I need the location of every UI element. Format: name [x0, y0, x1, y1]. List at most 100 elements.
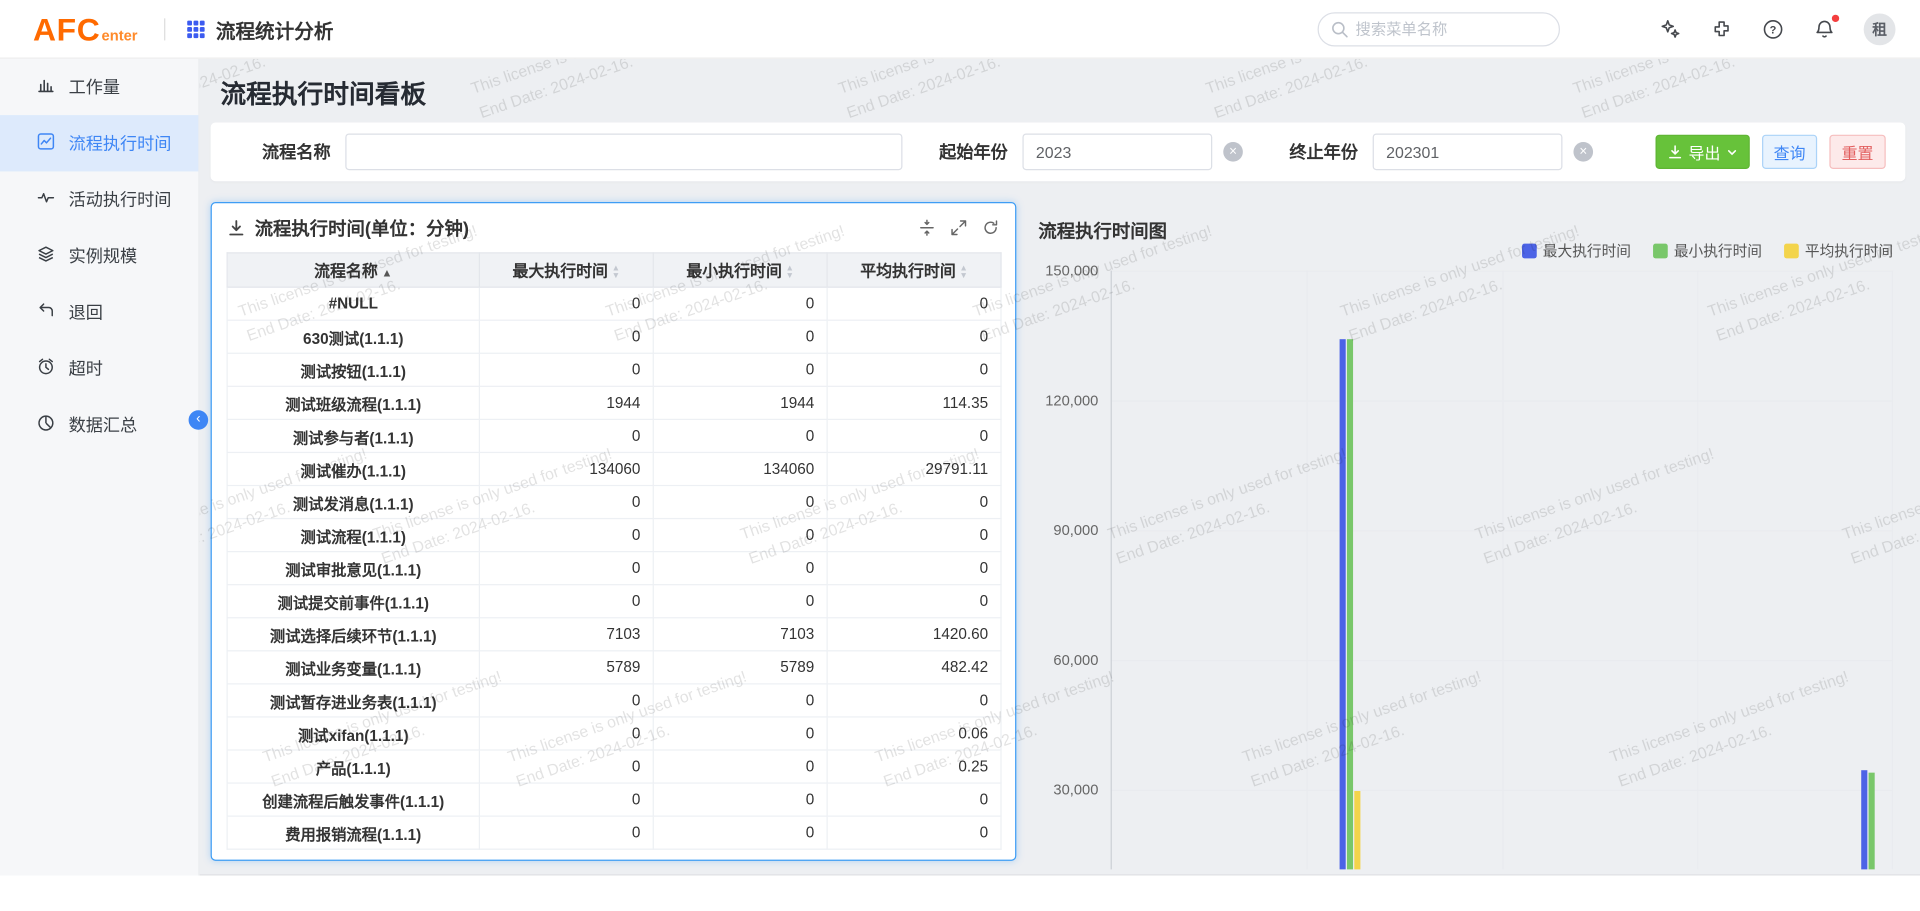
avg-time-cell: 0	[827, 287, 1001, 320]
max-time-cell: 0	[479, 552, 653, 585]
max-time-cell: 1944	[479, 386, 653, 419]
column-header-min[interactable]: 最小执行时间▲▼	[653, 253, 827, 287]
chart-bar[interactable]	[1347, 339, 1353, 869]
menu-search-box[interactable]	[1318, 12, 1560, 46]
sidebar-item-workload[interactable]: 工作量	[0, 59, 198, 115]
apps-grid-icon[interactable]	[186, 19, 206, 39]
bar-group	[1154, 271, 1197, 870]
table-row[interactable]: 测试按钮(1.1.1)000	[227, 353, 1001, 386]
sort-asc-icon[interactable]: ▲	[381, 266, 392, 278]
notification-bell-icon[interactable]	[1812, 17, 1836, 41]
column-header-name[interactable]: 流程名称▲	[227, 253, 479, 287]
start-year-input[interactable]	[1022, 133, 1212, 170]
avg-time-cell: 0	[827, 320, 1001, 353]
main-content: 流程执行时间看板 流程名称 起始年份 × 终止年份 × 导出 查询 重置	[200, 59, 1920, 876]
activity-time-icon	[37, 189, 55, 211]
filter-bar: 流程名称 起始年份 × 终止年份 × 导出 查询 重置	[211, 122, 1906, 181]
chart-bar[interactable]	[1868, 773, 1874, 870]
sort-icon[interactable]: ▲▼	[959, 266, 967, 279]
process-name-cell: 测试流程(1.1.1)	[227, 519, 479, 552]
process-name-cell: 测试催办(1.1.1)	[227, 452, 479, 485]
table-row[interactable]: 测试暂存进业务表(1.1.1)000	[227, 684, 1001, 717]
page-title: 流程执行时间看板	[220, 75, 426, 112]
table-row[interactable]: 测试发消息(1.1.1)000	[227, 486, 1001, 519]
min-time-cell: 0	[653, 585, 827, 618]
app-logo[interactable]: AFC enter	[33, 13, 137, 45]
sidebar-item-label: 活动执行时间	[69, 187, 172, 211]
export-button[interactable]: 导出	[1655, 135, 1749, 169]
chart-bar[interactable]	[1339, 339, 1345, 869]
table-row[interactable]: 测试选择后续环节(1.1.1)710371031420.60	[227, 618, 1001, 651]
sidebar-item-timeout[interactable]: 超时	[0, 340, 198, 396]
start-year-label: 起始年份	[939, 140, 1008, 164]
sort-icon[interactable]: ▲▼	[612, 266, 620, 279]
max-time-cell: 0	[479, 585, 653, 618]
start-year-clear-button[interactable]: ×	[1223, 142, 1243, 162]
download-icon[interactable]	[227, 218, 247, 238]
watermark-tile: This license is only used for testing!En…	[835, 59, 1090, 126]
avg-time-cell: 0	[827, 353, 1001, 386]
watermark-tile: This license is only used for testing!En…	[1569, 59, 1824, 126]
collapse-rows-icon[interactable]	[917, 218, 937, 238]
end-year-clear-button[interactable]: ×	[1573, 142, 1593, 162]
sidebar-item-process-exec-time[interactable]: 流程执行时间	[0, 115, 198, 171]
table-row[interactable]: 产品(1.1.1)000.25	[227, 750, 1001, 783]
min-time-cell: 0	[653, 816, 827, 849]
process-name-input[interactable]	[345, 133, 902, 170]
min-time-cell: 1944	[653, 386, 827, 419]
sidebar-item-activity-exec-time[interactable]: 活动执行时间	[0, 171, 198, 227]
chart-bar[interactable]	[1354, 791, 1360, 869]
table-row[interactable]: 630测试(1.1.1)000	[227, 320, 1001, 353]
avg-time-cell: 114.35	[827, 386, 1001, 419]
chart-bar[interactable]	[1861, 770, 1867, 869]
bar-group	[1458, 271, 1501, 870]
watermark-tile: This license is only used for testing!En…	[467, 59, 722, 126]
sidebar-item-return[interactable]: 退回	[0, 284, 198, 340]
sort-icon[interactable]: ▲▼	[786, 266, 794, 279]
column-header-avg[interactable]: 平均执行时间▲▼	[827, 253, 1001, 287]
table-row[interactable]: 费用报销流程(1.1.1)000	[227, 816, 1001, 849]
min-time-cell: 0	[653, 519, 827, 552]
notification-dot	[1832, 14, 1839, 21]
sidebar: 工作量流程执行时间活动执行时间实例规模退回超时数据汇总 ‹	[0, 59, 200, 876]
refresh-icon[interactable]	[981, 218, 1001, 238]
process-time-icon	[37, 132, 55, 154]
table-row[interactable]: 创建流程后触发事件(1.1.1)000	[227, 783, 1001, 816]
max-time-cell: 0	[479, 750, 653, 783]
avatar[interactable]: 租	[1864, 13, 1896, 45]
min-time-cell: 0	[653, 419, 827, 452]
table-row[interactable]: 测试业务变量(1.1.1)57895789482.42	[227, 651, 1001, 684]
fullscreen-icon[interactable]	[949, 218, 969, 238]
table-row[interactable]: 测试流程(1.1.1)000	[227, 519, 1001, 552]
table-row[interactable]: #NULL000	[227, 287, 1001, 320]
process-name-cell: 测试审批意见(1.1.1)	[227, 552, 479, 585]
table-row[interactable]: 测试xifan(1.1.1)000.06	[227, 717, 1001, 750]
sidebar-item-instance-scale[interactable]: 实例规模	[0, 228, 198, 284]
menu-search-input[interactable]	[1356, 20, 1547, 37]
table-row[interactable]: 测试催办(1.1.1)13406013406029791.11	[227, 452, 1001, 485]
bar-group	[1371, 271, 1414, 870]
avg-time-cell: 0	[827, 552, 1001, 585]
legend-swatch	[1653, 243, 1668, 258]
sidebar-collapse-toggle[interactable]: ‹	[189, 410, 209, 430]
query-button[interactable]: 查询	[1762, 135, 1817, 169]
legend-item[interactable]: 最大执行时间	[1522, 240, 1631, 261]
table-row[interactable]: 测试班级流程(1.1.1)19441944114.35	[227, 386, 1001, 419]
process-name-cell: 测试参与者(1.1.1)	[227, 419, 479, 452]
header-divider	[164, 18, 165, 40]
bar-group	[1589, 271, 1632, 870]
ai-assistant-icon[interactable]	[1658, 17, 1682, 41]
legend-item[interactable]: 平均执行时间	[1784, 240, 1893, 261]
table-row[interactable]: 测试审批意见(1.1.1)000	[227, 552, 1001, 585]
end-year-input[interactable]	[1373, 133, 1563, 170]
end-year-label: 终止年份	[1289, 140, 1358, 164]
plugin-icon[interactable]	[1709, 17, 1733, 41]
legend-item[interactable]: 最小执行时间	[1653, 240, 1762, 261]
sidebar-item-data-summary[interactable]: 数据汇总	[0, 397, 198, 453]
help-icon[interactable]: ?	[1761, 17, 1785, 41]
table-row[interactable]: 测试提交前事件(1.1.1)000	[227, 585, 1001, 618]
table-row[interactable]: 测试参与者(1.1.1)000	[227, 419, 1001, 452]
column-header-max[interactable]: 最大执行时间▲▼	[479, 253, 653, 287]
column-label: 流程名称	[314, 262, 378, 280]
reset-button[interactable]: 重置	[1829, 135, 1885, 169]
